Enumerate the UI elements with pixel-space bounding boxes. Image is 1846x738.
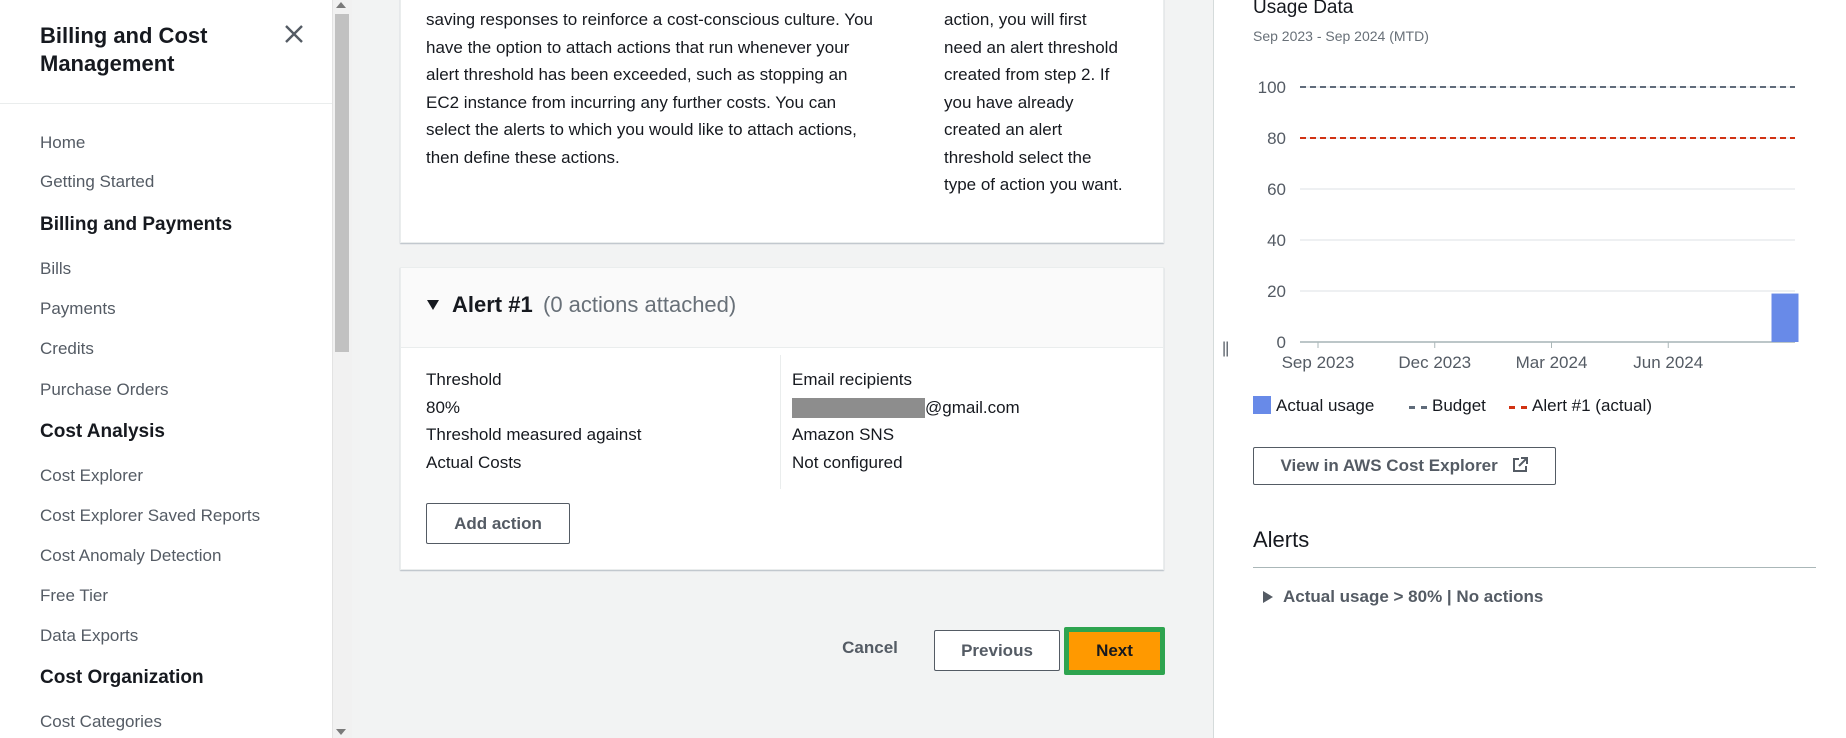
- email-recipients-label: Email recipients: [792, 370, 912, 389]
- sidebar-item-bills[interactable]: Bills: [40, 259, 71, 279]
- usage-chart: 0 20 40 60 80 100 Sep 2023 Dec 2023 Mar 2024 Jun …: [1258, 78, 1799, 372]
- description-line: EC2 instance from incurring any further …: [426, 92, 837, 112]
- y-tick-label: 60: [1267, 180, 1286, 199]
- sidebar-section-cost-organization: Cost Organization: [40, 667, 204, 688]
- x-tick-label: Mar 2024: [1516, 353, 1588, 372]
- description-line: then define these actions.: [426, 147, 620, 167]
- cancel-button[interactable]: Cancel: [830, 638, 910, 664]
- description-left: saving responses to reinforce a cost-con…: [426, 6, 896, 171]
- threshold-value: 80%: [426, 398, 461, 417]
- sidebar-section-billing-payments: Billing and Payments: [40, 214, 233, 235]
- previous-button[interactable]: Previous: [934, 630, 1060, 671]
- close-icon[interactable]: [282, 22, 306, 46]
- sidebar-item-payments[interactable]: Payments: [40, 299, 116, 319]
- view-in-cost-explorer-label: View in AWS Cost Explorer: [1280, 456, 1498, 475]
- view-in-cost-explorer-button[interactable]: View in AWS Cost Explorer: [1253, 447, 1556, 485]
- alert-actions-count: (0 actions attached): [543, 292, 737, 317]
- sns-value: Not configured: [792, 453, 903, 472]
- sidebar-item-purchase-orders[interactable]: Purchase Orders: [40, 380, 169, 400]
- sidebar: Billing and Cost Management Home Getting…: [0, 0, 332, 738]
- add-action-button[interactable]: Add action: [426, 503, 570, 544]
- legend-budget: Budget: [1409, 396, 1486, 416]
- sidebar-divider: [0, 103, 332, 104]
- usage-title: Usage Data: [1253, 0, 1354, 18]
- description-line: you have already: [944, 92, 1074, 112]
- column-divider: [780, 355, 781, 489]
- x-tick-label: Jun 2024: [1633, 353, 1703, 372]
- y-tick-label: 100: [1258, 78, 1286, 97]
- next-button[interactable]: Next: [1069, 632, 1160, 670]
- sidebar-title: Billing and Cost Management: [40, 23, 208, 76]
- alert-title: Alert #1: [452, 292, 533, 317]
- legend-alert-label: Alert #1 (actual): [1532, 396, 1652, 415]
- sidebar-item-cost-categories[interactable]: Cost Categories: [40, 712, 162, 732]
- resize-handle-icon[interactable]: ||: [1222, 340, 1229, 358]
- description-line: saving responses to reinforce a cost-con…: [426, 10, 873, 29]
- expand-caret-icon[interactable]: [427, 300, 439, 310]
- x-tick-label: Dec 2023: [1398, 353, 1471, 372]
- description-line: threshold select the: [944, 147, 1092, 167]
- sidebar-item-cost-explorer-saved-reports[interactable]: Cost Explorer Saved Reports: [40, 506, 260, 526]
- sidebar-section-cost-analysis: Cost Analysis: [40, 421, 165, 442]
- y-tick-label: 20: [1267, 282, 1286, 301]
- scroll-down-arrow-icon[interactable]: [336, 729, 346, 735]
- sidebar-scrollbar-thumb[interactable]: [335, 14, 349, 352]
- sidebar-item-cost-anomaly-detection[interactable]: Cost Anomaly Detection: [40, 546, 221, 566]
- sidebar-item-data-exports[interactable]: Data Exports: [40, 626, 138, 646]
- measured-against-label: Threshold measured against: [426, 425, 642, 444]
- legend-actual-swatch: [1253, 396, 1271, 414]
- description-line: created from step 2. If: [944, 65, 1110, 84]
- threshold-label: Threshold: [426, 370, 502, 389]
- scroll-up-arrow-icon[interactable]: [336, 2, 346, 8]
- sidebar-item-home[interactable]: Home: [40, 133, 85, 153]
- measured-against-value: Actual Costs: [426, 453, 522, 472]
- legend-actual-label: Actual usage: [1276, 396, 1375, 415]
- alerts-divider: [1253, 567, 1816, 568]
- description-right: action, you will first need an alert thr…: [944, 6, 1144, 199]
- description-line: created an alert: [944, 120, 1063, 139]
- y-tick-label: 80: [1267, 129, 1286, 148]
- sidebar-item-cost-explorer[interactable]: Cost Explorer: [40, 466, 143, 486]
- y-tick-label: 40: [1267, 231, 1286, 250]
- expand-caret-right-icon[interactable]: [1263, 591, 1273, 603]
- description-line: alert threshold has been exceeded, such …: [426, 65, 848, 84]
- legend-alert-swatch: [1509, 406, 1527, 409]
- description-line: select the alerts to which you would lik…: [426, 120, 857, 139]
- usage-bar: [1771, 293, 1799, 342]
- sidebar-item-free-tier[interactable]: Free Tier: [40, 586, 108, 606]
- usage-subtitle: Sep 2023 - Sep 2024 (MTD): [1253, 28, 1429, 44]
- legend-budget-swatch: [1409, 406, 1427, 409]
- description-line: action, you will first: [944, 10, 1087, 29]
- alerts-heading: Alerts: [1253, 527, 1310, 552]
- legend-budget-label: Budget: [1432, 396, 1486, 415]
- description-line: have the option to attach actions that r…: [426, 37, 850, 57]
- alert-summary-row[interactable]: Actual usage > 80% | No actions: [1283, 587, 1543, 607]
- sidebar-item-getting-started[interactable]: Getting Started: [40, 172, 154, 192]
- legend-alert: Alert #1 (actual): [1509, 396, 1652, 416]
- x-tick-label: Sep 2023: [1282, 353, 1355, 372]
- sns-label: Amazon SNS: [792, 425, 895, 444]
- description-line: need an alert threshold: [944, 37, 1118, 57]
- redacted-email: [792, 398, 925, 418]
- external-link-icon: [1512, 457, 1528, 472]
- y-tick-label: 0: [1277, 333, 1286, 352]
- email-recipients-value: @gmail.com: [925, 398, 1020, 417]
- description-line: type of action you want.: [944, 175, 1123, 194]
- sidebar-item-credits[interactable]: Credits: [40, 339, 94, 359]
- legend-actual: Actual usage: [1253, 396, 1374, 416]
